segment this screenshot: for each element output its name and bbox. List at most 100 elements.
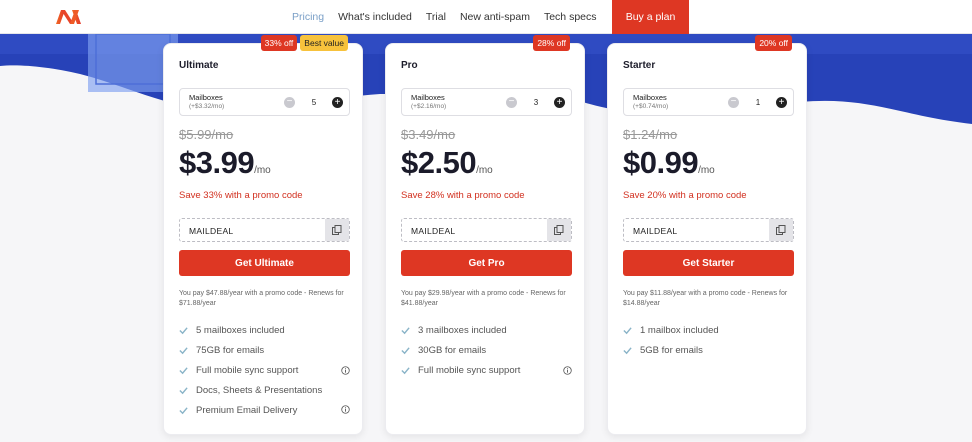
mailbox-extra-price: (+$0.74/mo) [633,103,669,110]
feature-text: 5GB for emails [640,345,703,357]
plan-badges: 33% off Best value [260,35,348,51]
feature-text: 1 mailbox included [640,325,719,337]
plan-card-pro: 28% off Pro Mailboxes (+$2.16/mo) − 3 + … [385,35,585,435]
plan-badges: 20% off [755,35,792,51]
check-icon [179,347,188,355]
copy-promo-button[interactable] [547,219,571,241]
plan-name: Pro [401,60,418,71]
increase-mailboxes-button[interactable]: + [554,97,565,108]
pay-note: You pay $29.98/year with a promo code - … [401,290,566,307]
get-starter-button[interactable]: Get Starter [623,250,794,276]
price-amount: $3.99 [179,145,255,180]
nav-link-whats-included[interactable]: What's included [338,11,412,23]
check-icon [623,347,632,355]
feature-text: 3 mailboxes included [418,325,507,337]
copy-icon [554,225,564,235]
info-icon[interactable] [341,365,350,375]
price-period: /mo [476,165,493,176]
check-icon [179,406,188,414]
check-icon [179,387,188,395]
copy-promo-button[interactable] [769,219,793,241]
mailbox-count[interactable]: 5 [304,97,324,108]
nav-link-anti-spam[interactable]: New anti-spam [460,11,530,23]
original-price: $1.24/mo [623,127,678,142]
namecheap-logo-icon[interactable] [55,8,82,26]
mailbox-selector: Mailboxes (+$2.16/mo) − 3 + [401,88,572,116]
mailbox-extra-price: (+$3.32/mo) [189,103,225,110]
get-pro-button[interactable]: Get Pro [401,250,572,276]
copy-icon [332,225,342,235]
check-icon [401,367,410,375]
feature-item: Docs, Sheets & Presentations [179,380,350,400]
check-icon [401,347,410,355]
feature-list: 3 mailboxes included 30GB for emails Ful… [401,321,572,380]
promo-code-field: MAILDEAL [401,218,572,242]
feature-item: 5 mailboxes included [179,321,350,341]
decrease-mailboxes-button[interactable]: − [506,97,517,108]
discount-badge: 33% off [260,35,298,51]
price-period: /mo [254,165,271,176]
get-ultimate-button[interactable]: Get Ultimate [179,250,350,276]
promo-code-field: MAILDEAL [623,218,794,242]
nav-link-pricing[interactable]: Pricing [292,11,324,23]
promo-code: MAILDEAL [411,226,456,236]
feature-text: Full mobile sync support [196,364,299,376]
feature-text: 5 mailboxes included [196,325,285,337]
pay-note: You pay $11.88/year with a promo code - … [623,290,788,307]
check-icon [179,327,188,335]
current-price: $2.50/mo [401,145,493,181]
price-period: /mo [698,165,715,176]
info-icon[interactable] [341,405,350,414]
plan-card-starter: 20% off Starter Mailboxes (+$0.74/mo) − … [607,35,807,435]
promo-code: MAILDEAL [633,226,678,236]
decrease-mailboxes-button[interactable]: − [284,97,295,108]
feature-text: 75GB for emails [196,345,265,357]
mailbox-count[interactable]: 1 [748,97,768,108]
buy-a-plan-button[interactable]: Buy a plan [612,0,689,34]
decrease-mailboxes-button[interactable]: − [728,97,739,108]
plan-name: Starter [623,60,656,71]
increase-mailboxes-button[interactable]: + [776,97,787,108]
feature-text: 30GB for emails [418,345,487,357]
original-price: $3.49/mo [401,127,456,142]
copy-promo-button[interactable] [325,219,349,241]
nav-link-trial[interactable]: Trial [426,11,446,23]
plan-badges: 28% off [533,35,570,51]
increase-mailboxes-button[interactable]: + [332,97,343,108]
feature-item: Full mobile sync support [179,361,350,381]
pay-note: You pay $47.88/year with a promo code - … [179,290,344,307]
feature-item: 5GB for emails [623,341,794,361]
nav-links: Pricing What's included Trial New anti-s… [292,0,597,34]
feature-text: Docs, Sheets & Presentations [196,384,323,396]
plan-card-ultimate: 33% off Best value Ultimate Mailboxes (+… [163,35,363,435]
mailbox-count[interactable]: 3 [526,97,546,108]
copy-icon [776,225,786,235]
promo-savings-text: Save 33% with a promo code [179,190,303,201]
promo-savings-text: Save 20% with a promo code [623,190,747,201]
feature-item: Premium Email Delivery [179,400,350,420]
promo-savings-text: Save 28% with a promo code [401,190,525,201]
mailbox-extra-price: (+$2.16/mo) [411,103,447,110]
mailboxes-label: Mailboxes [411,93,445,102]
feature-item: 3 mailboxes included [401,321,572,341]
original-price: $5.99/mo [179,127,234,142]
mailbox-selector: Mailboxes (+$3.32/mo) − 5 + [179,88,350,116]
feature-list: 1 mailbox included 5GB for emails [623,321,794,361]
feature-text: Full mobile sync support [418,364,521,376]
nav-link-tech-specs[interactable]: Tech specs [544,11,597,23]
price-amount: $0.99 [623,145,699,180]
info-icon[interactable] [563,365,572,375]
feature-item: Full mobile sync support [401,361,572,381]
promo-code: MAILDEAL [189,226,234,236]
promo-code-field: MAILDEAL [179,218,350,242]
mailboxes-label: Mailboxes [633,93,667,102]
feature-text: Premium Email Delivery [196,404,298,416]
top-navigation: Pricing What's included Trial New anti-s… [0,0,972,34]
price-amount: $2.50 [401,145,477,180]
feature-item: 1 mailbox included [623,321,794,341]
feature-list: 5 mailboxes included 75GB for emails Ful… [179,321,350,420]
feature-item: 30GB for emails [401,341,572,361]
plan-name: Ultimate [179,60,219,71]
discount-badge: 28% off [533,35,570,51]
feature-item: 75GB for emails [179,341,350,361]
